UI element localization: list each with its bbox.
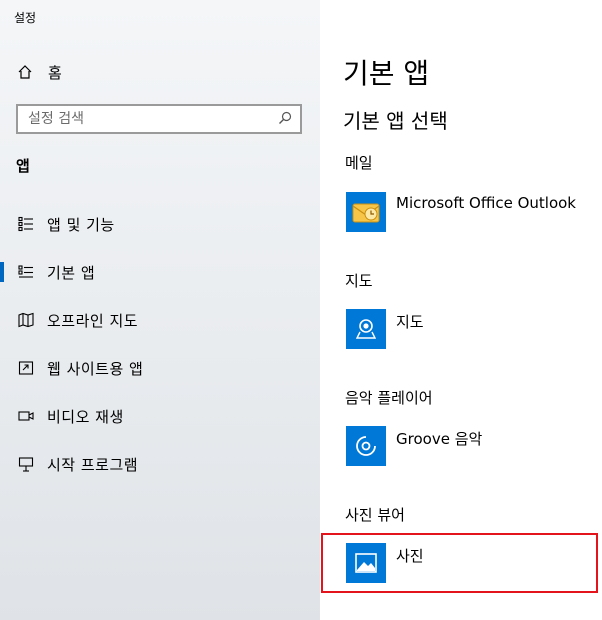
sidebar-item-label: 웹 사이트용 앱 (47, 359, 144, 378)
highlight-box (321, 533, 598, 593)
page-subtitle: 기본 앱 선택 (343, 109, 448, 133)
search-box[interactable] (16, 104, 302, 134)
sidebar-item-label: 앱 및 기능 (47, 215, 115, 234)
sidebar-item-apps-for-websites[interactable]: 웹 사이트용 앱 (0, 344, 320, 392)
section-title-apps: 앱 (16, 157, 30, 175)
maps-app-icon (346, 309, 386, 349)
mail-app-button[interactable]: Microsoft Office Outlook (346, 192, 576, 232)
search-input[interactable] (28, 111, 268, 127)
selection-indicator (0, 262, 4, 282)
default-apps-icon (17, 263, 35, 281)
group-label-mail: 메일 (345, 154, 373, 172)
sidebar-item-startup[interactable]: 시작 프로그램 (0, 440, 320, 488)
page-title: 기본 앱 (343, 57, 430, 90)
main-content: 기본 앱 기본 앱 선택 메일 Microsoft Office Outlook… (320, 0, 602, 620)
group-label-photo-viewer: 사진 뷰어 (345, 506, 405, 524)
search-icon[interactable] (278, 110, 292, 129)
sidebar-item-label: 비디오 재생 (47, 407, 124, 426)
sidebar-item-apps-features[interactable]: 앱 및 기능 (0, 200, 320, 248)
music-app-button[interactable]: Groove 음악 (346, 426, 482, 466)
offline-maps-icon (17, 311, 35, 329)
sidebar-item-offline-maps[interactable]: 오프라인 지도 (0, 296, 320, 344)
home-label: 홈 (48, 63, 62, 82)
app-name: 지도 (396, 313, 424, 331)
sidebar-item-label: 시작 프로그램 (47, 455, 139, 474)
sidebar-item-label: 오프라인 지도 (47, 311, 139, 330)
sidebar-nav: 앱 및 기능 기본 앱 오프라인 지도 웹 사이트용 앱 비디오 재생 시작 프… (0, 200, 320, 488)
app-name: Microsoft Office Outlook (396, 194, 576, 212)
group-label-maps: 지도 (345, 272, 373, 290)
video-playback-icon (17, 407, 35, 425)
home-icon (16, 63, 34, 81)
maps-app-button[interactable]: 지도 (346, 309, 424, 349)
sidebar-item-label: 기본 앱 (47, 263, 96, 282)
apps-for-websites-icon (17, 359, 35, 377)
window-title: 설정 (14, 11, 37, 25)
group-label-music-player: 음악 플레이어 (345, 389, 433, 407)
groove-music-icon (346, 426, 386, 466)
outlook-icon (346, 192, 386, 232)
sidebar-item-video-playback[interactable]: 비디오 재생 (0, 392, 320, 440)
apps-features-icon (17, 215, 35, 233)
sidebar: 설정 홈 앱 앱 및 기능 기본 앱 (0, 0, 320, 620)
app-name: Groove 음악 (396, 430, 483, 448)
home-link[interactable]: 홈 (16, 60, 62, 84)
startup-icon (17, 455, 35, 473)
sidebar-item-default-apps[interactable]: 기본 앱 (0, 248, 320, 296)
